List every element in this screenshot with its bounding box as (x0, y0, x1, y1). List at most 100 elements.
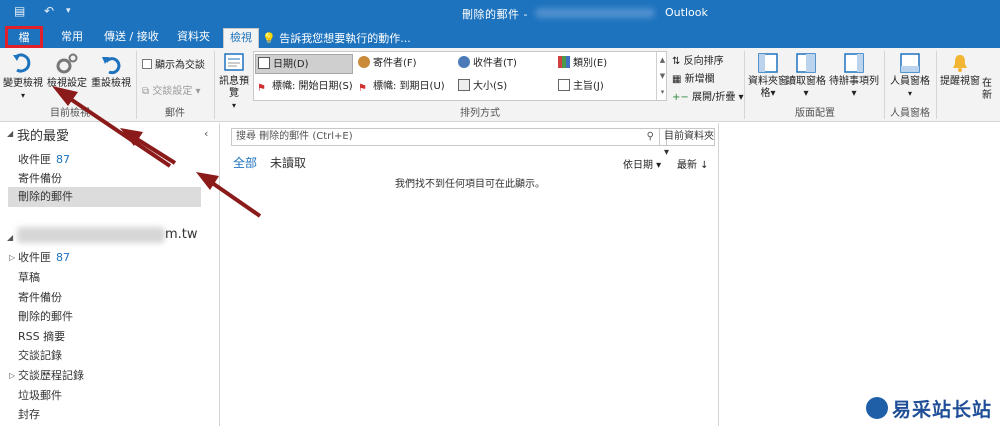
gear-icon (56, 53, 78, 74)
people-pane-icon (900, 53, 920, 73)
folder-drafts[interactable]: 草稿 (18, 269, 40, 285)
view-settings-button[interactable]: 檢視設定 (46, 52, 88, 90)
empty-list-message: 我們找不到任何項目可在此顯示。 (395, 179, 545, 190)
reverse-sort-button[interactable]: ⇅ 反向排序 (672, 52, 724, 67)
gallery-scroll[interactable]: ▲ ▼ ▾ (656, 52, 668, 100)
change-view-button[interactable]: 變更檢視 ▾ (2, 52, 44, 102)
folder-conversation-history[interactable]: 交談歷程記錄 (18, 367, 84, 383)
filter-unread[interactable]: 未讀取 (270, 154, 306, 171)
ribbon-separator (136, 51, 137, 119)
flag-icon: ⚑ (358, 83, 367, 94)
tell-me-box[interactable]: 💡 告訴我您想要執行的動作... (262, 30, 411, 46)
show-as-conversations-checkbox[interactable]: 顯示為交談 (142, 56, 205, 71)
arrange-to[interactable]: 收件者(T) (456, 54, 554, 74)
search-icon[interactable]: ⚲ (647, 129, 654, 145)
folder-pane: ◢ 我的最愛 ‹ 收件匣 87 寄件備份 刪除的郵件 ◢ m.tw ▷ 收件匣 87… (0, 123, 220, 426)
sort-order-toggle[interactable]: 最新 ↓ (677, 156, 709, 171)
ribbon: 變更檢視 ▾ 檢視設定 重設檢視 目前檢視 顯示為交談 ⧉ 交談設定 ▾ 郵件 訊… (0, 48, 1000, 122)
tab-view[interactable]: 檢視 (223, 28, 259, 48)
ribbon-tab-bar: 檔案 常用 傳送 / 接收 資料夾 檢視 💡 告訴我您想要執行的動作... (0, 26, 1000, 62)
folder-pane-button[interactable]: 資料夾窗格▾ (748, 52, 788, 100)
folder-inbox[interactable]: 收件匣 87 (18, 249, 70, 265)
favorite-sent-items[interactable]: 寄件備份 (18, 170, 62, 186)
collapse-triangle-icon[interactable]: ◢ (7, 129, 13, 138)
subject-icon (558, 79, 570, 91)
change-view-icon (13, 53, 31, 73)
tab-home[interactable]: 常用 (55, 28, 89, 48)
expand-triangle-icon[interactable]: ▷ (9, 371, 15, 380)
folder-junk-email[interactable]: 垃圾郵件 (18, 387, 62, 403)
open-new-window-button[interactable]: 在新 (982, 78, 1000, 102)
categories-icon (558, 56, 570, 68)
favorites-header[interactable]: 我的最愛 (17, 125, 69, 144)
folder-rss-feeds[interactable]: RSS 摘要 (18, 328, 65, 344)
customize-toolbar-icon[interactable]: ▾ (66, 6, 71, 16)
arrange-flag-start[interactable]: ⚑ 標幟: 開始日期(S) (255, 77, 353, 97)
layout-group-label: 版面配置 (795, 108, 835, 119)
search-input[interactable]: 搜尋 刪除的郵件 (Ctrl+E) ⚲ (231, 128, 667, 146)
bell-icon (953, 55, 967, 72)
filter-all[interactable]: 全部 (233, 154, 257, 171)
conversation-settings-button[interactable]: ⧉ 交談設定 ▾ (142, 82, 201, 97)
reset-icon (102, 57, 121, 75)
window-title: 刪除的郵件 - (462, 8, 528, 21)
message-preview-button[interactable]: 訊息預覽 ▾ (218, 52, 250, 112)
tab-send-receive[interactable]: 傳送 / 接收 (98, 28, 165, 48)
app-name: Outlook (665, 6, 708, 19)
folder-archive[interactable]: 封存 (18, 406, 40, 422)
ribbon-separator (936, 51, 937, 119)
lightbulb-icon: 💡 (262, 32, 276, 45)
arrange-size[interactable]: 大小(S) (456, 77, 554, 97)
send-receive-all-icon[interactable]: ▤ (14, 4, 25, 18)
expand-triangle-icon[interactable]: ▷ (9, 253, 15, 262)
folder-conversation-log[interactable]: 交談記錄 (18, 347, 62, 363)
calendar-icon (258, 57, 270, 69)
blurred-account-name (17, 227, 165, 243)
todo-bar-button[interactable]: 待辦事項列▾ (828, 52, 880, 100)
favorite-deleted-items[interactable]: 刪除的郵件 (8, 187, 201, 207)
add-columns-button[interactable]: ▦ 新增欄 (672, 70, 715, 85)
size-icon (458, 79, 470, 91)
arrange-categories[interactable]: 類別(E) (556, 54, 654, 74)
sort-icon: ⇅ (672, 56, 681, 67)
person-icon (458, 56, 470, 68)
people-pane-button[interactable]: 人員窗格 ▾ (888, 52, 932, 100)
tell-me-text: 告訴我您想要執行的動作... (279, 32, 411, 45)
account-name[interactable]: m.tw (165, 227, 198, 242)
collapse-triangle-icon[interactable]: ◢ (7, 233, 13, 242)
arrange-date[interactable]: 日期(D) (255, 54, 353, 74)
expand-collapse-button[interactable]: +− 展開/折疊 ▾ (672, 88, 744, 103)
flag-icon: ⚑ (257, 83, 266, 94)
arrange-subject[interactable]: 主旨(J) (556, 77, 654, 97)
ribbon-separator (884, 51, 885, 119)
tab-folder[interactable]: 資料夾 (171, 28, 216, 48)
arrange-flag-due[interactable]: ⚑ 標幟: 到期日(U) (356, 77, 454, 97)
folder-sent-items[interactable]: 寄件備份 (18, 289, 62, 305)
ribbon-separator (744, 51, 745, 119)
person-icon (358, 56, 370, 68)
watermark-logo-icon (866, 397, 888, 419)
arrangement-gallery: 日期(D) 寄件者(F) 收件者(T) 類別(E) ⚑ 標幟: 開始日期(S) ⚑… (253, 51, 667, 101)
ribbon-separator (214, 51, 215, 119)
sort-by-dropdown[interactable]: 依日期 ▾ (623, 156, 661, 171)
undo-icon[interactable]: ↶ (44, 4, 54, 18)
tab-file[interactable]: 檔案 (5, 26, 43, 62)
columns-icon: ▦ (672, 74, 682, 85)
arrange-from[interactable]: 寄件者(F) (356, 54, 454, 74)
current-view-group-label: 目前檢視 (50, 108, 90, 119)
messages-group-label: 郵件 (165, 108, 185, 119)
reminders-window-button[interactable]: 提醒視窗 (938, 52, 982, 88)
conversation-settings-icon: ⧉ (142, 86, 150, 97)
people-pane-group-label: 人員窗格 (890, 108, 930, 119)
reading-pane-button[interactable]: 讀取窗格▾ (786, 52, 826, 100)
favorite-inbox[interactable]: 收件匣 87 (18, 151, 70, 167)
blurred-account (535, 8, 655, 18)
todo-bar-icon (844, 53, 864, 73)
reading-pane (720, 123, 1000, 426)
watermark-logo: 易采站长站 (862, 392, 1000, 426)
watermark-text: 易采站长站 (892, 399, 993, 421)
folder-deleted-items[interactable]: 刪除的郵件 (18, 308, 73, 324)
minimize-pane-icon[interactable]: ‹ (204, 127, 208, 140)
search-scope-dropdown[interactable]: 目前資料夾 ▾ (659, 128, 715, 158)
reset-view-button[interactable]: 重設檢視 (90, 52, 132, 90)
